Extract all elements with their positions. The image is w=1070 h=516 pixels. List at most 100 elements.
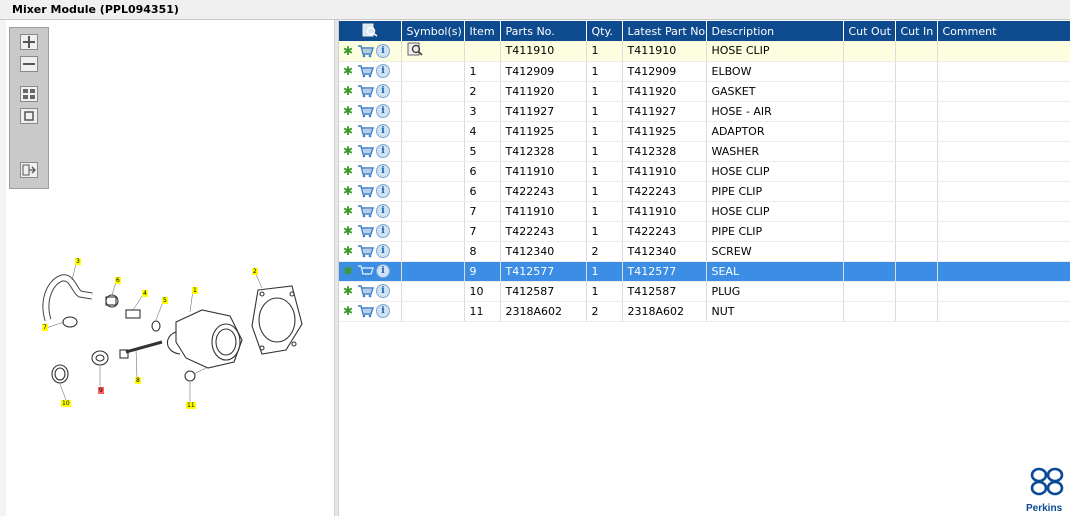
item-cell: 4: [464, 121, 501, 142]
cart-icon[interactable]: [357, 44, 374, 58]
gear-icon[interactable]: ✱: [343, 44, 355, 58]
table-row[interactable]: ✱ i 7 T411910 1 T411910 HOSE CLIP: [339, 201, 1070, 222]
callout-9[interactable]: 9: [98, 387, 104, 394]
table-row[interactable]: ✱ i 9 T412577 1 T412577 SEAL: [339, 261, 1070, 282]
window-title: Mixer Module (PPL094351): [12, 3, 179, 16]
comment-cell: [937, 61, 1070, 82]
callout-4[interactable]: 4: [142, 290, 148, 297]
gear-icon[interactable]: ✱: [343, 164, 355, 178]
column-header-parts-no[interactable]: Parts No.: [500, 21, 587, 41]
callout-10[interactable]: 10: [61, 400, 71, 407]
gear-icon[interactable]: ✱: [343, 284, 355, 298]
table-row[interactable]: ✱ i 6 T422243 1 T422243 PIPE CLIP: [339, 181, 1070, 202]
table-row[interactable]: ✱ i T411910 1 T411910 HOSE CLIP: [339, 41, 1070, 62]
info-icon[interactable]: i: [376, 124, 390, 138]
cart-icon[interactable]: [357, 164, 374, 178]
gear-icon[interactable]: ✱: [343, 144, 355, 158]
parts-table: Symbol(s) Item Parts No. Qty. Latest Par…: [339, 21, 1070, 322]
column-header-cut-in[interactable]: Cut In: [895, 21, 938, 41]
export-button[interactable]: [20, 162, 38, 178]
info-icon[interactable]: i: [376, 264, 390, 278]
gear-icon[interactable]: ✱: [343, 64, 355, 78]
info-icon[interactable]: i: [376, 204, 390, 218]
description-cell: PLUG: [706, 281, 844, 302]
cart-icon[interactable]: [357, 64, 374, 78]
cart-icon[interactable]: [357, 144, 374, 158]
cart-icon[interactable]: [357, 224, 374, 238]
symbols-cell: [401, 41, 465, 62]
info-icon[interactable]: i: [376, 304, 390, 318]
info-icon[interactable]: i: [376, 284, 390, 298]
info-icon[interactable]: i: [376, 104, 390, 118]
fit-box-button[interactable]: [20, 108, 38, 124]
gear-icon[interactable]: ✱: [343, 224, 355, 238]
gear-icon[interactable]: ✱: [343, 124, 355, 138]
table-row[interactable]: ✱ i 4 T411925 1 T411925 ADAPTOR: [339, 121, 1070, 142]
column-header-comment[interactable]: Comment: [937, 21, 1070, 41]
cut-in-cell: [895, 221, 938, 242]
gear-icon[interactable]: ✱: [343, 244, 355, 258]
cart-icon[interactable]: [357, 284, 374, 298]
callout-8[interactable]: 8: [135, 377, 141, 384]
column-header-description[interactable]: Description: [706, 21, 844, 41]
table-row[interactable]: ✱ i 7 T422243 1 T422243 PIPE CLIP: [339, 221, 1070, 242]
callout-11[interactable]: 11: [186, 402, 196, 409]
cart-icon[interactable]: [357, 124, 374, 138]
info-icon[interactable]: i: [376, 184, 390, 198]
callout-6[interactable]: 6: [115, 277, 121, 284]
latest-part-no-cell: T412909: [622, 61, 707, 82]
callout-5[interactable]: 5: [162, 297, 168, 304]
table-row[interactable]: ✱ i 3 T411927 1 T411927 HOSE - AIR: [339, 101, 1070, 122]
callout-3[interactable]: 3: [75, 258, 81, 265]
table-row[interactable]: ✱ i 10 T412587 1 T412587 PLUG: [339, 281, 1070, 302]
column-header-latest-part-no[interactable]: Latest Part No.: [622, 21, 707, 41]
cart-icon[interactable]: [357, 184, 374, 198]
table-row[interactable]: ✱ i 11 2318A602 2 2318A602 NUT: [339, 301, 1070, 322]
qty-cell: 2: [586, 301, 623, 322]
column-header-cut-out[interactable]: Cut Out: [843, 21, 896, 41]
column-header-qty[interactable]: Qty.: [586, 21, 623, 41]
callout-1[interactable]: 1: [192, 287, 198, 294]
info-icon[interactable]: i: [376, 43, 390, 58]
cart-icon[interactable]: [357, 104, 374, 118]
callout-7[interactable]: 7: [42, 324, 48, 331]
info-icon[interactable]: i: [376, 64, 390, 78]
table-row[interactable]: ✱ i 5 T412328 1 T412328 WASHER: [339, 141, 1070, 162]
item-cell: 8: [464, 241, 501, 262]
info-icon[interactable]: i: [376, 224, 390, 238]
cart-icon[interactable]: [357, 304, 374, 318]
gear-icon[interactable]: ✱: [343, 184, 355, 198]
table-row[interactable]: ✱ i 2 T411920 1 T411920 GASKET: [339, 81, 1070, 102]
callout-2[interactable]: 2: [252, 268, 258, 275]
info-icon[interactable]: i: [376, 84, 390, 98]
zoom-out-button[interactable]: [20, 56, 38, 72]
description-cell: NUT: [706, 301, 844, 322]
cart-icon[interactable]: [357, 264, 374, 278]
gear-icon[interactable]: ✱: [343, 84, 355, 98]
comment-cell: [937, 241, 1070, 262]
column-header-item[interactable]: Item: [464, 21, 501, 41]
column-header-actions[interactable]: [339, 21, 402, 41]
table-row[interactable]: ✱ i 6 T411910 1 T411910 HOSE CLIP: [339, 161, 1070, 182]
gear-icon[interactable]: ✱: [343, 264, 355, 278]
gear-icon[interactable]: ✱: [343, 304, 355, 318]
table-row[interactable]: ✱ i 8 T412340 2 T412340 SCREW: [339, 241, 1070, 262]
column-header-symbols[interactable]: Symbol(s): [401, 21, 465, 41]
zoom-in-button[interactable]: [20, 34, 38, 50]
row-actions-cell: ✱ i: [339, 61, 402, 82]
description-cell: GASKET: [706, 81, 844, 102]
gear-icon[interactable]: ✱: [343, 204, 355, 218]
search-document-icon[interactable]: [407, 42, 423, 56]
cart-icon[interactable]: [357, 204, 374, 218]
cart-icon[interactable]: [357, 244, 374, 258]
info-icon[interactable]: i: [376, 244, 390, 258]
fit-all-button[interactable]: [20, 86, 38, 102]
info-icon[interactable]: i: [376, 144, 390, 158]
qty-cell: 1: [586, 41, 623, 62]
gear-icon[interactable]: ✱: [343, 104, 355, 118]
item-cell: 5: [464, 141, 501, 162]
cart-icon[interactable]: [357, 84, 374, 98]
symbols-cell: [401, 241, 465, 262]
info-icon[interactable]: i: [376, 164, 390, 178]
table-row[interactable]: ✱ i 1 T412909 1 T412909 ELBOW: [339, 61, 1070, 82]
